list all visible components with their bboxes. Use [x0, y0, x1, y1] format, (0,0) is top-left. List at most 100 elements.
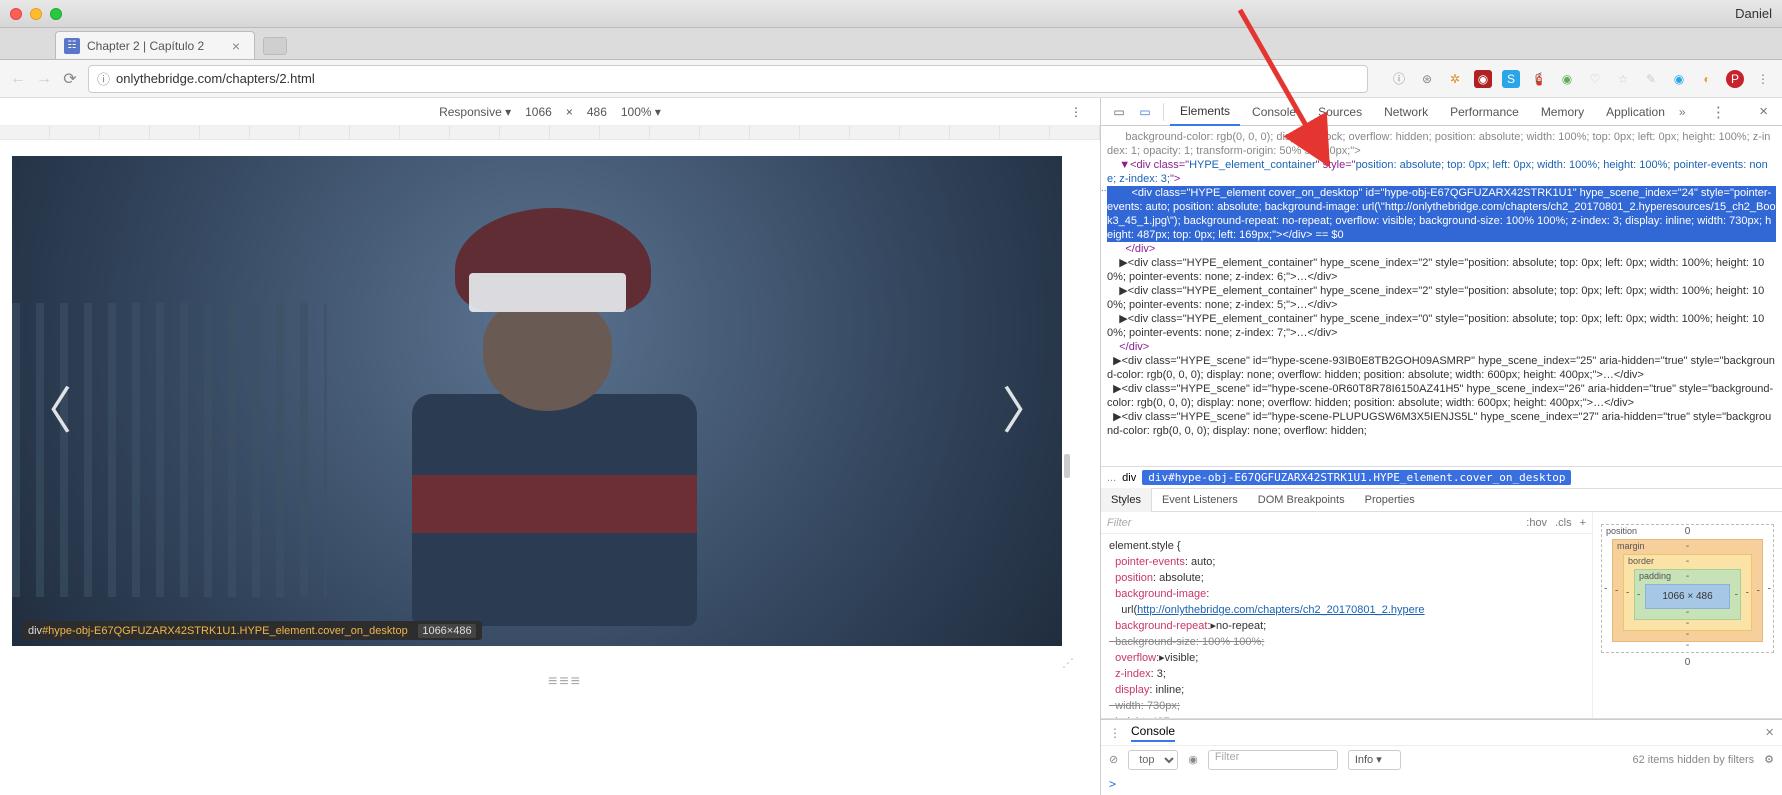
device-width-input[interactable]: 1066 [525, 105, 552, 119]
dom-line[interactable]: ▶<div class="HYPE_element_container" hyp… [1107, 312, 1776, 340]
chrome-menu-icon[interactable]: ⋮ [1754, 70, 1772, 88]
address-bar[interactable]: ⓘ onlythebridge.com/chapters/2.html [88, 65, 1368, 93]
device-mode-dropdown[interactable]: Responsive ▾ [439, 105, 511, 119]
drawer-tab-console[interactable]: Console [1131, 724, 1175, 742]
extension-icon[interactable]: ♡ [1586, 70, 1604, 88]
rendered-page[interactable]: 〈 〉 div#hype-obj-E67QGFUZARX42STRK1U1.HY… [12, 156, 1062, 646]
tab-elements[interactable]: Elements [1170, 98, 1240, 126]
cls-toggle[interactable]: .cls [1555, 517, 1572, 529]
css-rule-block[interactable]: element.style { pointer-events: auto; po… [1101, 534, 1592, 718]
box-model-diagram[interactable]: position 0- -- margin -- -- border -- --… [1592, 512, 1782, 718]
bm-margin-label: margin [1617, 541, 1645, 551]
extension-icon[interactable]: 🧯 [1530, 70, 1548, 88]
tab-sources[interactable]: Sources [1308, 98, 1372, 126]
tab-network[interactable]: Network [1374, 98, 1438, 126]
responsive-ruler[interactable] [0, 126, 1100, 140]
extension-icon[interactable]: ✲ [1446, 70, 1464, 88]
pinterest-icon[interactable]: P [1726, 70, 1744, 88]
page-preview-pane: Responsive ▾ 1066 × 486 100% ▾ ⋮ 〈 [0, 98, 1100, 795]
breadcrumb-selected[interactable]: div#hype-obj-E67QGFUZARX42STRK1U1.HYPE_e… [1142, 470, 1571, 485]
skype-icon[interactable]: S [1502, 70, 1520, 88]
styles-filter-row: Filter :hov .cls + [1101, 512, 1592, 534]
console-settings-icon[interactable]: ⚙ [1764, 753, 1774, 766]
subtab-styles[interactable]: Styles [1101, 488, 1152, 512]
breadcrumb-item[interactable]: div [1122, 472, 1136, 484]
breadcrumb-more[interactable]: ... [1107, 472, 1116, 484]
browser-tab[interactable]: ☷ Chapter 2 | Capítulo 2 × [55, 31, 255, 59]
console-filter-input[interactable]: Filter [1208, 750, 1338, 770]
zoom-dropdown[interactable]: 100% ▾ [621, 105, 661, 119]
subtab-properties[interactable]: Properties [1355, 488, 1425, 512]
url-text: onlythebridge.com/chapters/2.html [116, 71, 315, 86]
extension-icon[interactable]: ◉ [1558, 70, 1576, 88]
new-tab-button[interactable] [263, 37, 287, 55]
hidden-items-label[interactable]: 62 items hidden by filters [1632, 754, 1754, 766]
devtools-close-icon[interactable]: × [1751, 103, 1776, 120]
device-toolbar: Responsive ▾ 1066 × 486 100% ▾ ⋮ [0, 98, 1100, 126]
dom-line[interactable]: ▶<div class="HYPE_element_container" hyp… [1107, 284, 1776, 312]
resize-handle-right[interactable] [1064, 454, 1070, 478]
site-info-icon[interactable]: ⓘ [97, 69, 110, 88]
device-height-input[interactable]: 486 [587, 105, 607, 119]
dom-line[interactable]: </div> [1107, 340, 1776, 354]
hov-toggle[interactable]: :hov [1526, 517, 1547, 529]
device-options-icon[interactable]: ⋮ [1070, 105, 1082, 119]
device-toggle-icon[interactable]: ▭ [1133, 100, 1157, 124]
eye-icon[interactable]: ◉ [1188, 753, 1198, 766]
subtab-event-listeners[interactable]: Event Listeners [1152, 488, 1248, 512]
dom-line[interactable]: ▼<div class="HYPE_element_container" sty… [1107, 158, 1776, 186]
maximize-window-icon[interactable] [50, 8, 62, 20]
subtab-dom-breakpoints[interactable]: DOM Breakpoints [1248, 488, 1355, 512]
styles-rules: Filter :hov .cls + element.style { point… [1101, 512, 1592, 718]
styles-pane: Filter :hov .cls + element.style { point… [1101, 512, 1782, 719]
context-selector[interactable]: top [1128, 750, 1178, 770]
extension-icon[interactable]: ☆ [1614, 70, 1632, 88]
tooltip-dimensions: 1066×486 [418, 624, 475, 638]
ublock-icon[interactable]: ◉ [1474, 70, 1492, 88]
dom-line[interactable]: background-color: rgb(0, 0, 0); display:… [1107, 130, 1776, 158]
close-tab-icon[interactable]: × [232, 38, 240, 54]
css-url-link[interactable]: http://onlythebridge.com/chapters/ch2_20… [1137, 604, 1424, 616]
bm-bottom-zero: 0 [1601, 657, 1774, 668]
dom-line[interactable]: ▶<div class="HYPE_scene" id="hype-scene-… [1107, 354, 1776, 382]
prev-arrow-icon[interactable]: 〈 [26, 377, 68, 437]
rule-selector: element.style { [1109, 538, 1584, 554]
extension-icon[interactable]: ⊛ [1418, 70, 1436, 88]
dom-line[interactable]: ▶<div class="HYPE_element_container" hyp… [1107, 256, 1776, 284]
resize-handle-corner[interactable]: ⋰ [1062, 656, 1074, 670]
elements-tree[interactable]: ... background-color: rgb(0, 0, 0); disp… [1101, 126, 1782, 466]
workspace: Responsive ▾ 1066 × 486 100% ▾ ⋮ 〈 [0, 98, 1782, 795]
drawer-close-icon[interactable]: × [1765, 724, 1774, 741]
tab-console[interactable]: Console [1242, 98, 1306, 126]
extension-icon[interactable]: ◉ [1670, 70, 1688, 88]
tabs-overflow-icon[interactable]: » [1679, 105, 1686, 119]
dom-line[interactable]: </div> [1107, 242, 1776, 256]
new-rule-button[interactable]: + [1580, 517, 1586, 529]
styles-filter-input[interactable]: Filter [1107, 517, 1131, 529]
log-level-dropdown[interactable]: Info ▾ [1348, 750, 1401, 770]
tab-application[interactable]: Application [1596, 98, 1675, 126]
extension-icon[interactable]: ◐ [1698, 70, 1716, 88]
extension-icon[interactable]: ⓘ [1390, 70, 1408, 88]
dom-line[interactable]: ▶<div class="HYPE_scene" id="hype-scene-… [1107, 382, 1776, 410]
resize-handle-bottom[interactable]: ≡≡≡ [550, 673, 580, 679]
tab-memory[interactable]: Memory [1531, 98, 1594, 126]
inspect-element-icon[interactable]: ▭ [1107, 100, 1131, 124]
dom-line-selected[interactable]: <div class="HYPE_element cover_on_deskto… [1107, 186, 1776, 242]
next-arrow-icon[interactable]: 〉 [1006, 377, 1048, 437]
mac-titlebar: Daniel [0, 0, 1782, 28]
dom-line[interactable]: ▶<div class="HYPE_scene" id="hype-scene-… [1107, 410, 1776, 438]
drawer-menu-icon[interactable]: ⋮ [1109, 726, 1121, 740]
minimize-window-icon[interactable] [30, 8, 42, 20]
tab-performance[interactable]: Performance [1440, 98, 1529, 126]
profile-name[interactable]: Daniel [1735, 6, 1772, 21]
breadcrumb: ... div div#hype-obj-E67QGFUZARX42STRK1U… [1101, 466, 1782, 488]
back-button[interactable]: ← [10, 68, 26, 90]
console-toolbar: ⊘ top ◉ Filter Info ▾ 62 items hidden by… [1101, 745, 1782, 773]
extension-icon[interactable]: ✎ [1642, 70, 1660, 88]
reload-button[interactable]: ⟳ [62, 68, 78, 90]
devtools-menu-icon[interactable]: ⋮ [1703, 103, 1734, 121]
clear-console-icon[interactable]: ⊘ [1109, 753, 1118, 766]
close-window-icon[interactable] [10, 8, 22, 20]
console-prompt[interactable]: > [1101, 773, 1782, 795]
